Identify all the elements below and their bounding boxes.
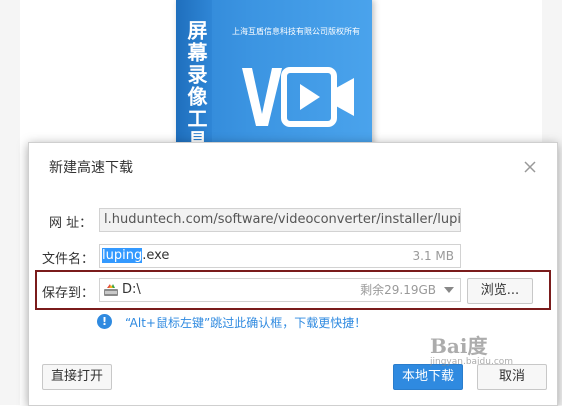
free-space-text: 剩余29.19GB: [360, 283, 436, 297]
left-background: [0, 0, 20, 405]
browse-button[interactable]: 浏览...: [467, 278, 533, 304]
chevron-down-icon[interactable]: [444, 287, 454, 293]
dialog-title: 新建高速下载: [49, 160, 133, 176]
url-field[interactable]: l.huduntech.com/software/videoconverter/…: [99, 208, 461, 232]
close-icon[interactable]: [523, 159, 537, 173]
video-camera-logo-icon: [238, 62, 358, 136]
drive-icon: [103, 283, 119, 301]
save-path-text: D:\: [122, 282, 141, 297]
filename-selected-text: luping: [102, 248, 143, 263]
product-box-company: 上海互盾信息科技有限公司版权所有: [232, 27, 360, 36]
product-box-title: 屏幕录像工具: [184, 20, 208, 152]
info-icon: !: [97, 314, 112, 329]
filename-label: 文件名：: [42, 252, 95, 267]
watermark-url: jingyan.baidu.com: [430, 357, 514, 367]
url-text: l.huduntech.com/software/videoconverter/…: [104, 212, 461, 227]
watermark-logo-text: Bai度: [430, 334, 488, 358]
url-label: 网 址：: [49, 216, 93, 231]
file-size: 3.1 MB: [412, 249, 454, 263]
shortcut-tip: “Alt+鼠标左键”跳过此确认框，下载更快捷！: [125, 316, 367, 330]
baidu-watermark: Bai度 jingyan.baidu.com: [430, 330, 513, 367]
save-to-label: 保存到：: [42, 286, 95, 301]
filename-input[interactable]: luping.exe 3.1 MB: [99, 244, 461, 268]
filename-extension: .exe: [142, 248, 170, 263]
cancel-button[interactable]: 取消: [477, 364, 547, 390]
open-directly-button[interactable]: 直接打开: [42, 364, 112, 390]
save-path-select[interactable]: D:\ 剩余29.19GB: [99, 278, 461, 302]
local-download-button[interactable]: 本地下载: [393, 364, 463, 390]
